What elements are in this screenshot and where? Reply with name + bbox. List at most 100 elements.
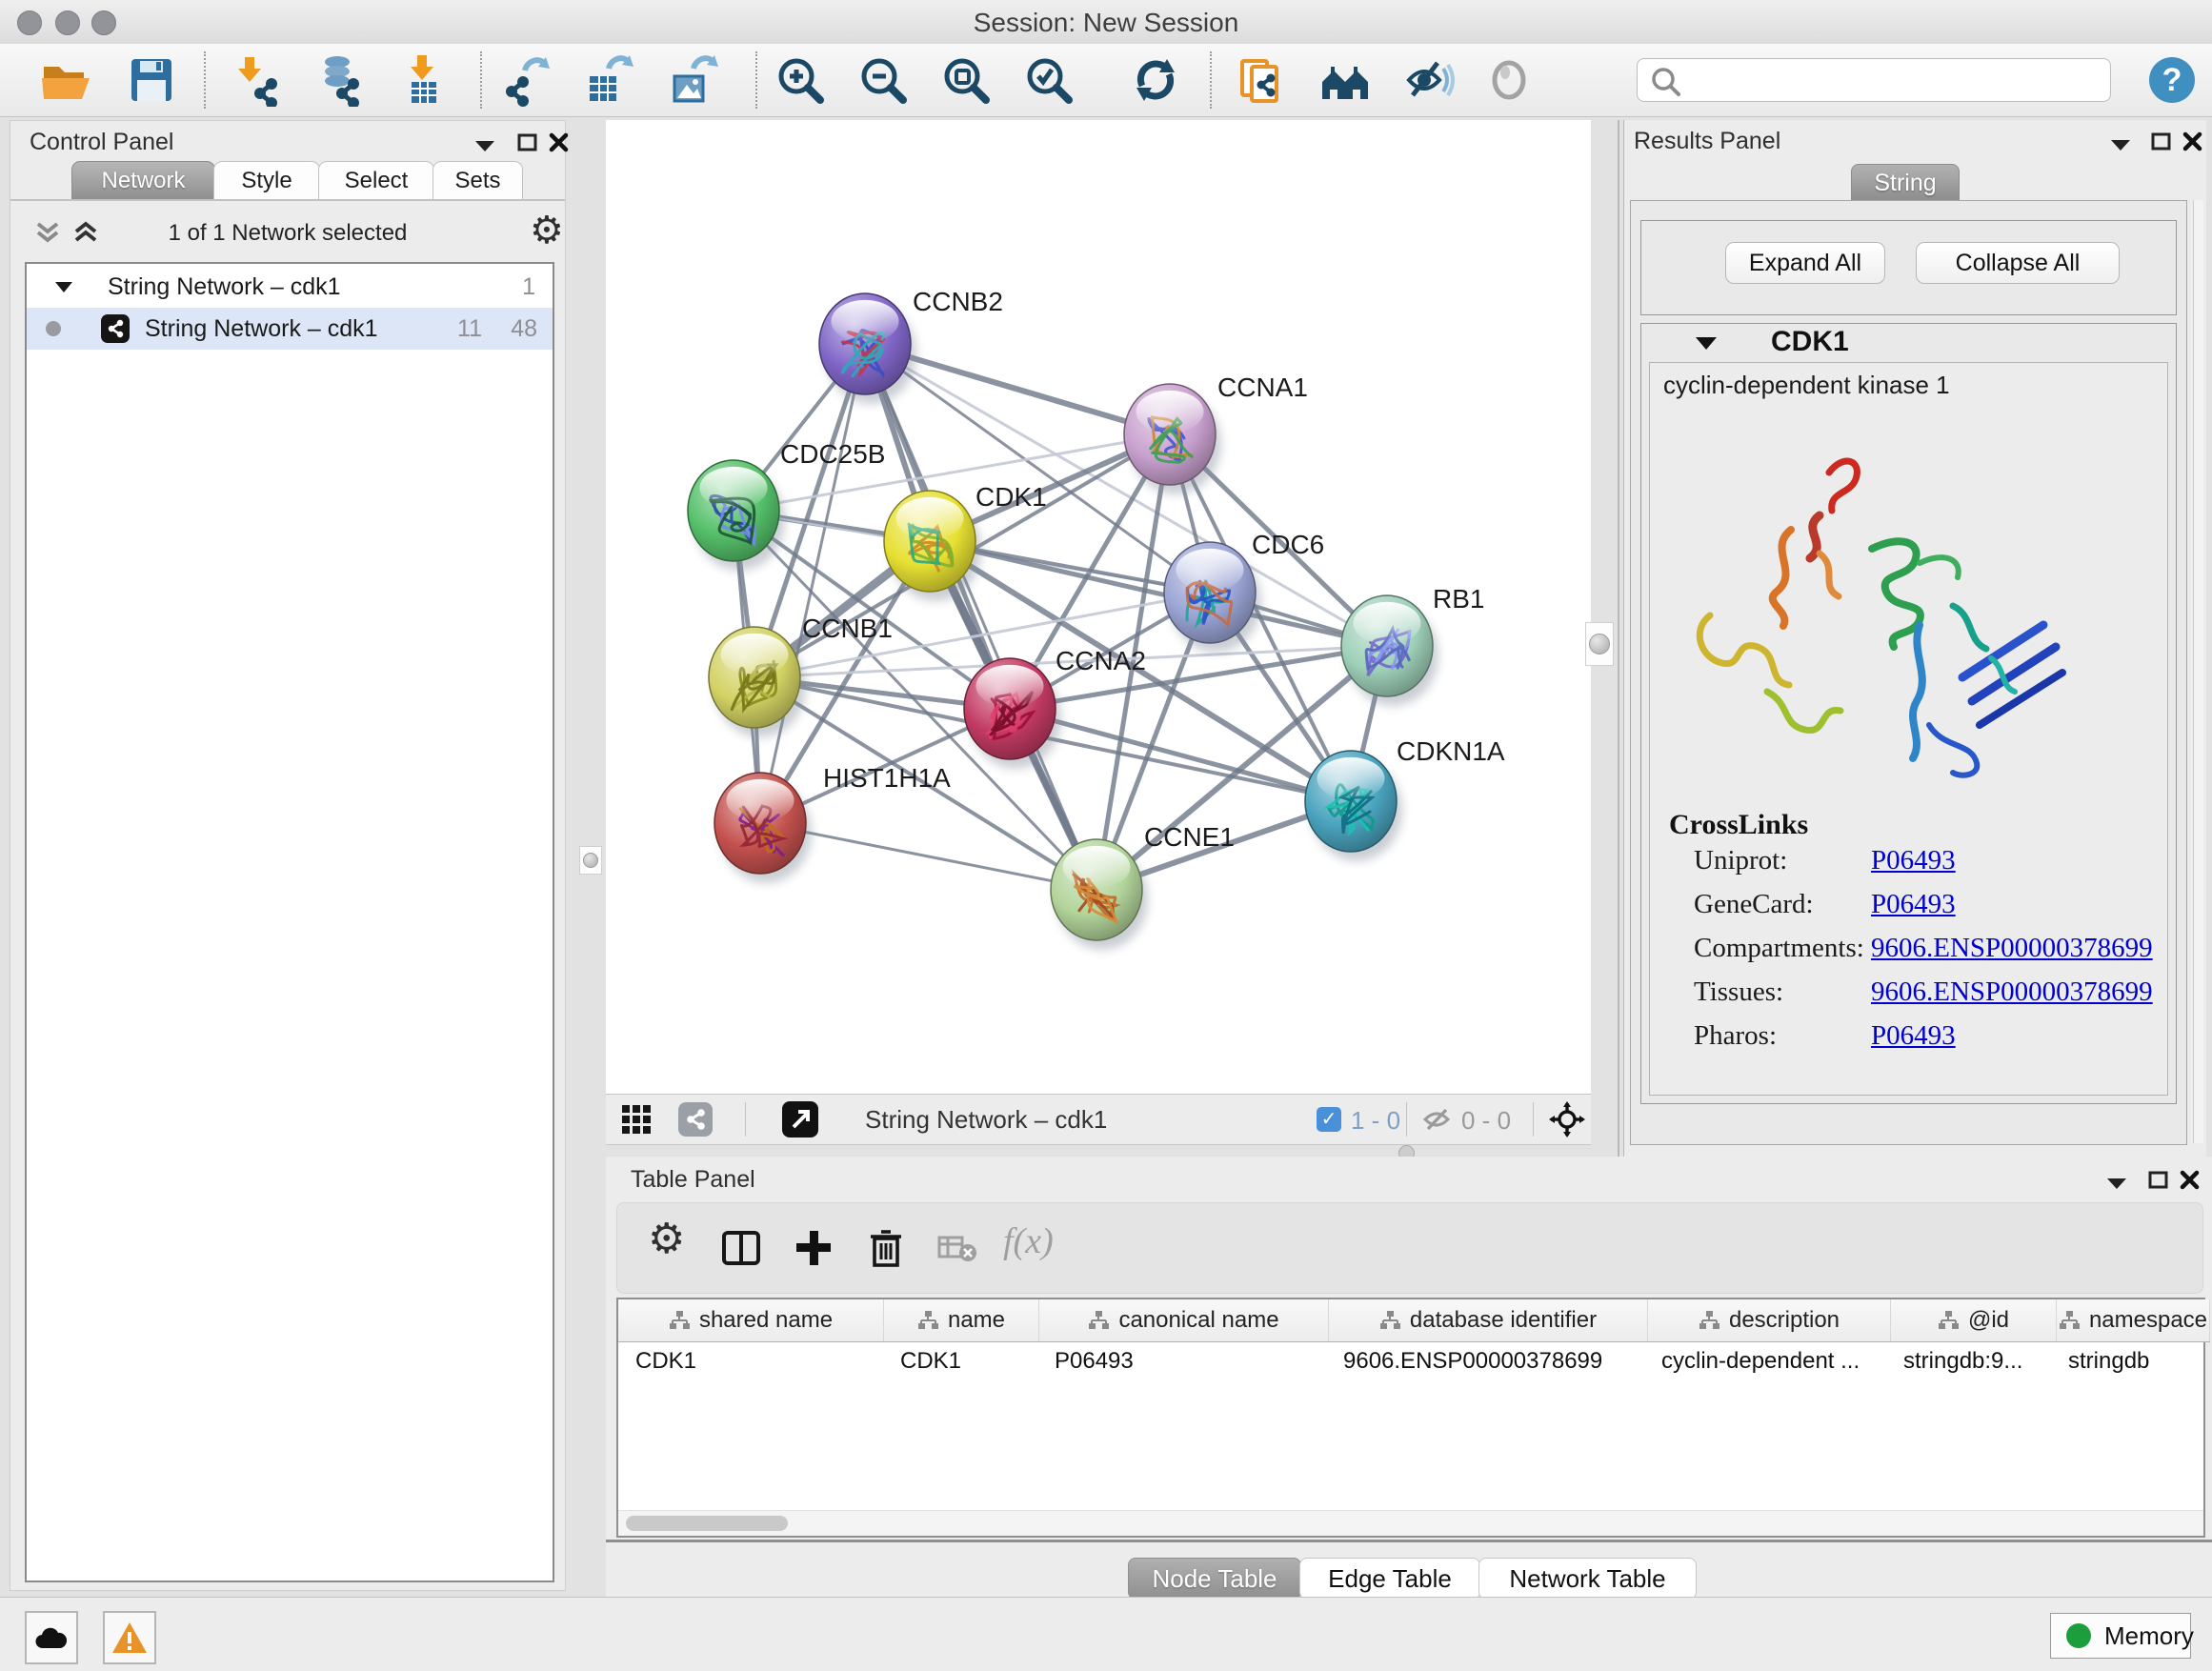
column-header-namespace[interactable]: namespace (2057, 1299, 2210, 1341)
network-edge-count: 48 (511, 308, 537, 350)
export-image-icon[interactable] (665, 53, 718, 107)
grid-view-icon[interactable] (621, 1104, 652, 1135)
network-graph[interactable]: CCNB2CCNA1CDC25BCDK1CDC6RB1CCNB1CCNA2CDK… (606, 120, 1591, 1094)
results-panel: Results Panel String Expand All Collapse… (1624, 120, 2206, 1157)
edge-CCNB2-HIST1H1A[interactable] (760, 344, 865, 823)
delete-column-icon[interactable] (865, 1227, 907, 1269)
show-columns-icon[interactable] (720, 1227, 762, 1269)
table-settings-gear-icon[interactable]: ⚙ (648, 1215, 690, 1257)
panel-float-icon[interactable] (2150, 131, 2173, 152)
new-network-from-selection-icon[interactable] (1233, 53, 1286, 107)
collection-disclosure-icon[interactable] (53, 280, 74, 295)
birds-eye-view-icon[interactable] (782, 1101, 818, 1137)
hidden-eye-icon[interactable] (1421, 1106, 1454, 1133)
selected-checkbox[interactable]: ✓ (1317, 1107, 1341, 1132)
gene-disclosure-icon[interactable] (1694, 335, 1719, 352)
table-cell[interactable]: P06493 (1037, 1341, 1326, 1381)
tab-select[interactable]: Select (318, 161, 434, 200)
panel-menu-icon[interactable] (2104, 1176, 2129, 1191)
panel-float-icon[interactable] (516, 132, 539, 153)
table-cell[interactable]: stringdb:9... (1886, 1341, 2051, 1381)
column-header-description[interactable]: description (1648, 1299, 1891, 1341)
zoom-selected-region-icon[interactable] (1022, 53, 1076, 107)
splitter-grip[interactable] (1585, 622, 1614, 666)
node-RB1[interactable]: RB1 (1341, 584, 1484, 706)
splitter-grip[interactable] (579, 846, 602, 875)
table-row[interactable]: CDK1CDK1P064939606.ENSP00000378699cyclin… (618, 1341, 2203, 1381)
network-collection-row[interactable]: String Network – cdk1 1 (27, 266, 553, 308)
import-table-from-file-icon[interactable] (396, 53, 450, 107)
memory-button[interactable]: Memory (2050, 1613, 2191, 1659)
table-cell[interactable]: stringdb (2051, 1341, 2203, 1381)
open-session-icon[interactable] (38, 53, 91, 107)
warnings-button[interactable] (103, 1611, 156, 1664)
search-field[interactable] (1637, 58, 2111, 102)
crosslink-link[interactable]: P06493 (1871, 889, 1956, 920)
column-header-database-identifier[interactable]: database identifier (1329, 1299, 1648, 1341)
network-view-title: String Network – cdk1 (865, 1105, 1107, 1135)
crosslink-link[interactable]: P06493 (1871, 1020, 1956, 1052)
network-options-gear-icon[interactable]: ⚙ (530, 209, 564, 252)
show-all-icon[interactable] (1484, 53, 1538, 107)
tab-network[interactable]: Network (71, 161, 215, 200)
svg-text:?: ? (2162, 62, 2182, 98)
vertical-splitter[interactable] (1618, 120, 1619, 1157)
network-row-selected[interactable]: String Network – cdk1 11 48 (27, 308, 553, 350)
import-network-from-file-icon[interactable] (231, 53, 285, 107)
hide-selected-icon[interactable] (1401, 53, 1455, 107)
table-cell[interactable]: CDK1 (883, 1341, 1037, 1381)
save-session-icon[interactable] (124, 53, 177, 107)
panel-menu-icon[interactable] (473, 138, 497, 153)
tab-sets[interactable]: Sets (432, 161, 523, 200)
results-scrollbar[interactable] (2193, 200, 2203, 1143)
fit-selected-icon[interactable] (1549, 1101, 1585, 1137)
table-cell[interactable]: 9606.ENSP00000378699 (1326, 1341, 1644, 1381)
zoom-fit-content-icon[interactable] (939, 53, 993, 107)
crosslink-link[interactable]: P06493 (1871, 845, 1956, 876)
table-cell[interactable]: cyclin-dependent ... (1644, 1341, 1886, 1381)
node-HIST1H1A[interactable]: HIST1H1A (714, 763, 951, 883)
tab-style[interactable]: Style (213, 161, 320, 200)
zoom-out-icon[interactable] (856, 53, 910, 107)
panel-float-icon[interactable] (2147, 1170, 2170, 1191)
export-network-icon[interactable] (498, 53, 552, 107)
collapse-all-button[interactable]: Collapse All (1916, 242, 2120, 284)
table-horizontal-scrollbar[interactable] (618, 1510, 2203, 1536)
search-input[interactable] (1687, 63, 2101, 97)
tab-node-table[interactable]: Node Table (1128, 1558, 1301, 1600)
delete-table-icon[interactable] (937, 1234, 979, 1276)
zoom-in-icon[interactable] (774, 53, 827, 107)
node-CCNE1[interactable]: CCNE1 (1051, 822, 1235, 950)
help-icon[interactable]: ? (2147, 55, 2201, 109)
crosslink-link[interactable]: 9606.ENSP00000378699 (1871, 976, 2153, 1008)
node-CCNB2[interactable]: CCNB2 (819, 287, 1003, 404)
node-CDK1[interactable]: CDK1 (884, 482, 1047, 601)
tab-string[interactable]: String (1851, 164, 1960, 202)
network-canvas[interactable]: CCNB2CCNA1CDC25BCDK1CDC6RB1CCNB1CCNA2CDK… (606, 120, 1591, 1094)
column-header-shared-name[interactable]: shared name (618, 1299, 884, 1341)
table-toolbar: ⚙ f(x) (616, 1202, 2203, 1294)
table-cell[interactable]: CDK1 (618, 1341, 883, 1381)
column-header--id[interactable]: @id (1891, 1299, 2057, 1341)
crosslink-link[interactable]: 9606.ENSP00000378699 (1871, 933, 2153, 964)
column-header-canonical-name[interactable]: canonical name (1039, 1299, 1329, 1341)
node-CDKN1A[interactable]: CDKN1A (1305, 736, 1505, 861)
scrollbar-thumb[interactable] (626, 1516, 788, 1531)
column-header-name[interactable]: name (884, 1299, 1039, 1341)
export-table-icon[interactable] (580, 53, 633, 107)
import-network-from-database-icon[interactable] (312, 53, 365, 107)
cloud-status-button[interactable] (25, 1611, 78, 1664)
panel-close-icon[interactable] (549, 132, 570, 153)
panel-close-icon[interactable] (2180, 1170, 2201, 1191)
first-neighbors-icon[interactable] (1318, 53, 1372, 107)
function-builder-icon[interactable]: f(x) (1003, 1220, 1054, 1262)
add-column-icon[interactable] (793, 1227, 835, 1269)
node-CDC6[interactable]: CDC6 (1164, 530, 1324, 653)
tab-network-table[interactable]: Network Table (1478, 1558, 1697, 1600)
network-share-icon[interactable] (678, 1102, 713, 1137)
panel-close-icon[interactable] (2182, 131, 2203, 152)
tab-edge-table[interactable]: Edge Table (1299, 1558, 1480, 1600)
expand-all-button[interactable]: Expand All (1725, 242, 1885, 284)
panel-menu-icon[interactable] (2108, 137, 2133, 152)
refresh-icon[interactable] (1129, 53, 1182, 107)
